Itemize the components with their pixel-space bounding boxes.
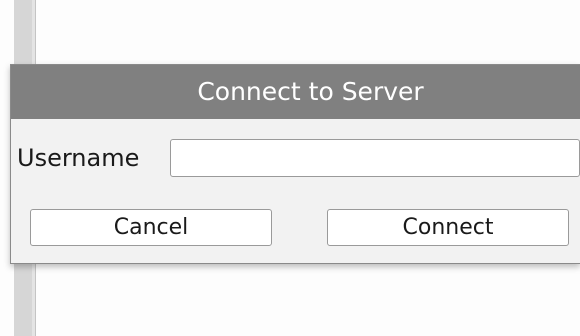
desktop-background: Connect to Server Username Cancel Connec… bbox=[0, 0, 580, 336]
dialog-title: Connect to Server bbox=[197, 77, 424, 106]
connect-to-server-dialog: Connect to Server Username Cancel Connec… bbox=[10, 64, 580, 264]
cancel-button[interactable]: Cancel bbox=[30, 209, 272, 246]
dialog-titlebar[interactable]: Connect to Server bbox=[11, 65, 580, 119]
username-input[interactable] bbox=[170, 139, 580, 177]
connect-button[interactable]: Connect bbox=[327, 209, 569, 246]
username-label: Username bbox=[17, 144, 140, 172]
